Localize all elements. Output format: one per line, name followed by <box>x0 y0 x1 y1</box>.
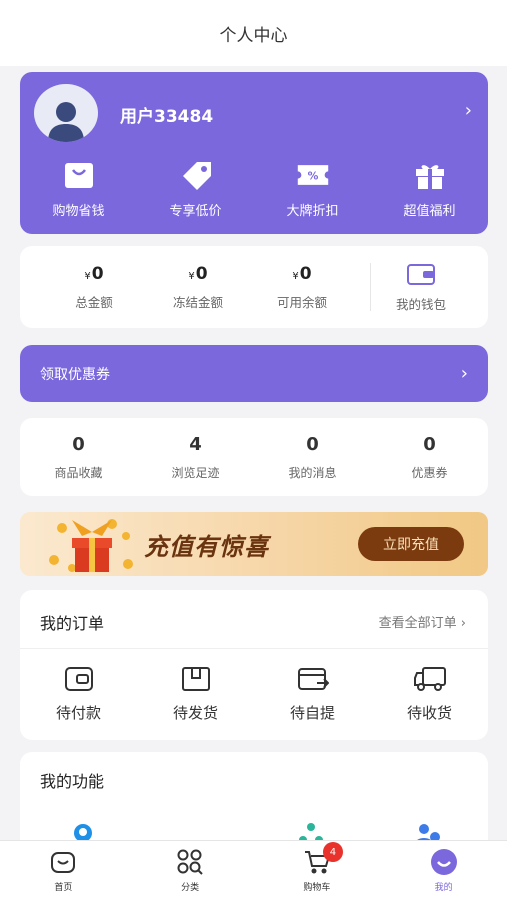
nav-label: 首页 <box>54 883 73 893</box>
my-wallet-button[interactable]: 我的钱包 <box>371 262 471 313</box>
nav-label: 我的 <box>434 883 453 893</box>
order-pending-shipment[interactable]: 待发货 <box>146 664 246 723</box>
wallet-total-value: ¥0 <box>84 263 104 284</box>
perk-label: 专享低价 <box>169 204 222 219</box>
divider <box>20 648 488 649</box>
nav-label: 分类 <box>181 883 200 893</box>
banner-title: 充值有惊喜 <box>144 533 269 561</box>
package-box-icon <box>179 664 213 694</box>
stat-favorites[interactable]: 0 商品收藏 <box>20 434 137 481</box>
wallet-total[interactable]: ¥0 总金额 <box>42 264 146 311</box>
perk-discount[interactable]: % 大牌折扣 <box>263 160 363 219</box>
get-coupon-bar[interactable]: 领取优惠券 › <box>20 345 488 402</box>
home-icon <box>48 848 78 876</box>
wallet-available-label: 可用余额 <box>276 294 327 310</box>
order-status-row: 待付款 待发货 待自提 待收货 <box>20 664 488 723</box>
perk-label: 购物省钱 <box>52 204 105 219</box>
page-title: 个人中心 <box>219 25 288 46</box>
get-coupon-label: 领取优惠券 <box>40 366 110 383</box>
wallet-available[interactable]: ¥0 可用余额 <box>250 264 354 311</box>
nav-cart[interactable]: 4 购物车 <box>267 842 367 893</box>
order-pending-payment[interactable]: 待付款 <box>29 664 129 723</box>
username: 用户33484 <box>120 107 214 127</box>
bottom-nav: 首页 分类 4 购物车 我的 <box>0 840 507 900</box>
wallet-frozen-value: ¥0 <box>188 263 208 284</box>
profile-card[interactable]: 用户33484 › 购物省钱 专享低价 % 大牌折扣 超值福利 <box>20 72 488 234</box>
stat-messages-value: 0 <box>306 433 319 455</box>
nav-home[interactable]: 首页 <box>13 848 113 893</box>
perk-label: 大牌折扣 <box>286 204 339 219</box>
my-wallet-label: 我的钱包 <box>395 296 446 312</box>
profile-face-icon <box>429 848 459 876</box>
perk-shopping[interactable]: 购物省钱 <box>29 160 129 219</box>
wallet-frozen-label: 冻结金额 <box>172 294 223 310</box>
stat-history-value: 4 <box>189 433 202 455</box>
stat-coupons-label: 优惠券 <box>411 465 448 480</box>
stat-coupons[interactable]: 0 优惠券 <box>371 434 488 481</box>
nav-mine[interactable]: 我的 <box>394 848 494 893</box>
gift-box-coins-icon <box>49 519 133 572</box>
order-pending-receipt[interactable]: 待收货 <box>380 664 480 723</box>
perk-low-price[interactable]: 专享低价 <box>146 160 246 219</box>
category-grid-icon <box>175 848 205 876</box>
orders-card: 我的订单 查看全部订单 › 待付款 待发货 待自提 待收货 <box>20 590 488 740</box>
profile-chevron-right-icon[interactable]: › <box>465 100 472 121</box>
order-label: 待收货 <box>406 704 452 722</box>
perks-row: 购物省钱 专享低价 % 大牌折扣 超值福利 <box>20 160 488 219</box>
purse-icon <box>407 263 435 285</box>
wallet-available-value: ¥0 <box>292 263 312 284</box>
stat-messages-label: 我的消息 <box>288 465 337 480</box>
recharge-banner[interactable]: 充值有惊喜 立即充值 <box>20 512 488 576</box>
stat-history[interactable]: 4 浏览足迹 <box>137 434 254 481</box>
stat-favorites-value: 0 <box>72 433 85 455</box>
perk-label: 超值福利 <box>403 204 456 219</box>
pickup-card-icon <box>296 664 330 694</box>
stat-messages[interactable]: 0 我的消息 <box>254 434 371 481</box>
stats-card: 0 商品收藏 4 浏览足迹 0 我的消息 0 优惠券 <box>20 418 488 496</box>
order-pending-pickup[interactable]: 待自提 <box>263 664 363 723</box>
view-all-orders-link[interactable]: 查看全部订单 › <box>379 612 466 631</box>
stat-coupons-value: 0 <box>423 433 436 455</box>
user-avatar-icon <box>48 102 84 142</box>
order-label: 待自提 <box>289 704 335 722</box>
wallet-card-icon <box>62 664 96 694</box>
gift-icon <box>413 160 447 190</box>
wallet-card: ¥0 总金额 ¥0 冻结金额 ¥0 可用余额 我的钱包 <box>20 246 488 328</box>
order-label: 待发货 <box>172 704 218 722</box>
functions-title: 我的功能 <box>40 772 105 791</box>
svg-text:%: % <box>307 169 318 182</box>
stat-favorites-label: 商品收藏 <box>54 465 103 480</box>
shopping-bag-icon <box>62 160 96 190</box>
stat-history-label: 浏览足迹 <box>171 465 220 480</box>
wallet-frozen[interactable]: ¥0 冻结金额 <box>146 264 250 311</box>
nav-category[interactable]: 分类 <box>140 848 240 893</box>
discount-ticket-icon: % <box>296 160 330 190</box>
order-label: 待付款 <box>55 704 101 722</box>
perk-welfare[interactable]: 超值福利 <box>380 160 480 219</box>
recharge-now-button[interactable]: 立即充值 <box>358 527 464 561</box>
orders-title: 我的订单 <box>40 614 105 633</box>
cart-count-badge: 4 <box>322 842 343 862</box>
delivery-truck-icon <box>413 664 447 694</box>
avatar[interactable] <box>34 84 98 142</box>
top-bar: 个人中心 <box>0 0 507 66</box>
price-tag-icon <box>179 160 213 190</box>
coupon-chevron-right-icon: › <box>460 363 468 384</box>
wallet-total-label: 总金额 <box>75 294 113 310</box>
nav-label: 购物车 <box>303 883 331 893</box>
